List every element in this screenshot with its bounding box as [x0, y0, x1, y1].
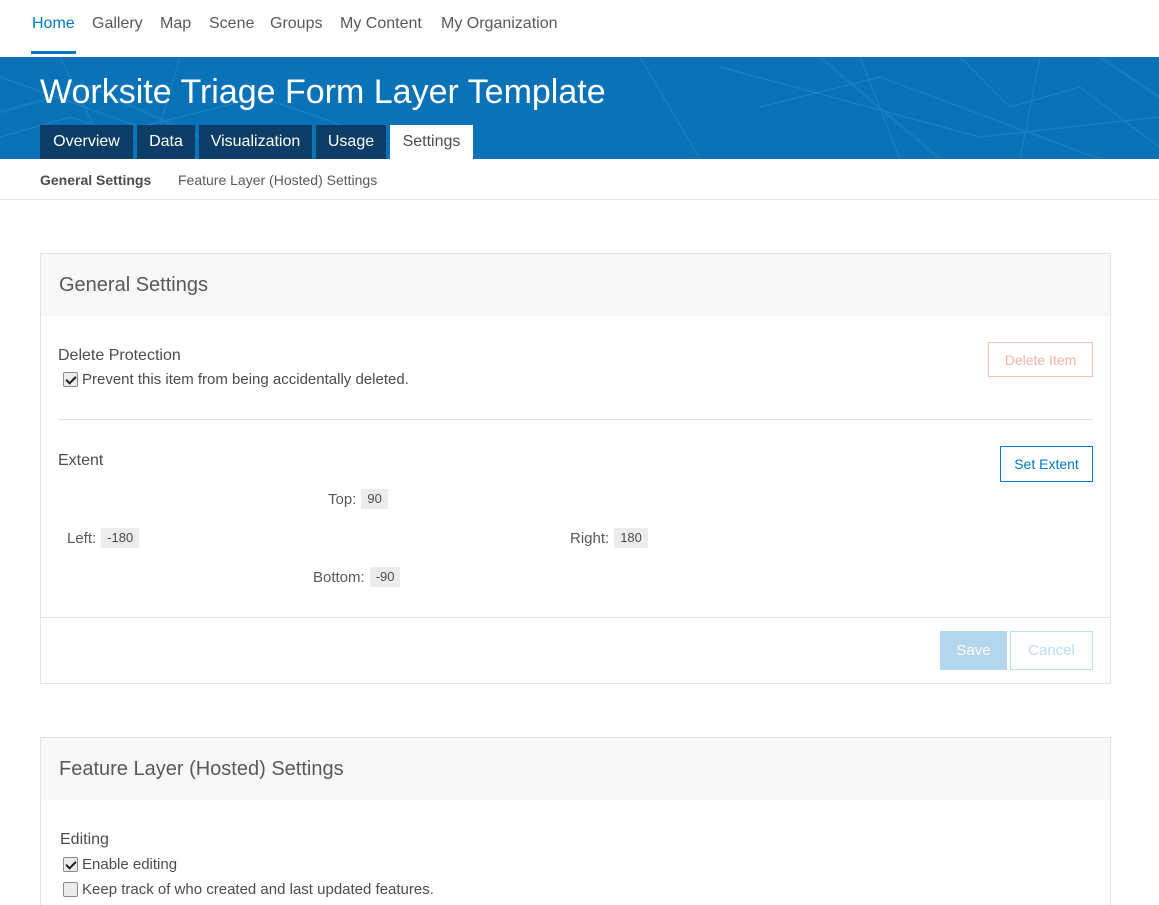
feature-layer-settings-panel: Feature Layer (Hosted) Settings Editing … [40, 737, 1111, 905]
set-extent-button[interactable]: Set Extent [1000, 446, 1093, 482]
extent-label: Extent [58, 452, 104, 469]
extent-right-value: 180 [614, 528, 648, 548]
extent-right: Right: 180 [570, 528, 648, 548]
footer-divider [41, 617, 1110, 618]
feature-layer-settings-title: Feature Layer (Hosted) Settings [59, 758, 344, 780]
item-title: Worksite Triage Form Layer Template [40, 73, 606, 111]
delete-protection-checkbox-label: Prevent this item from being accidentall… [82, 371, 409, 388]
subnav-feature-layer-settings[interactable]: Feature Layer (Hosted) Settings [178, 171, 377, 189]
cancel-button[interactable]: Cancel [1010, 631, 1093, 670]
extent-bottom: Bottom: -90 [313, 567, 401, 587]
extent-right-label: Right: [570, 529, 610, 547]
section-divider [58, 419, 1093, 420]
enable-editing-checkbox[interactable] [63, 857, 78, 872]
extent-left-value: -180 [101, 528, 140, 548]
feature-layer-settings-header: Feature Layer (Hosted) Settings [41, 738, 1110, 800]
item-banner: Worksite Triage Form Layer Template Over… [0, 57, 1159, 159]
track-editors-option[interactable]: Keep track of who created and last updat… [63, 881, 434, 898]
subnav-general-settings[interactable]: General Settings [40, 171, 151, 189]
nav-active-indicator [31, 51, 76, 54]
top-navigation: Home Gallery Map Scene Groups My Content… [0, 0, 1159, 57]
track-editors-label: Keep track of who created and last updat… [82, 881, 434, 898]
general-settings-header: General Settings [41, 254, 1110, 316]
nav-groups[interactable]: Groups [270, 14, 322, 34]
track-editors-checkbox[interactable] [63, 882, 78, 897]
enable-editing-label: Enable editing [82, 856, 178, 873]
extent-left: Left: -180 [67, 528, 140, 548]
tab-visualization[interactable]: Visualization [199, 125, 312, 159]
nav-my-organization[interactable]: My Organization [441, 14, 558, 34]
delete-item-button[interactable]: Delete Item [988, 342, 1093, 377]
extent-bottom-label: Bottom: [313, 568, 365, 586]
tab-settings[interactable]: Settings [390, 125, 473, 159]
general-settings-title: General Settings [59, 274, 208, 296]
nav-gallery[interactable]: Gallery [92, 14, 143, 34]
nav-map[interactable]: Map [160, 14, 191, 34]
delete-protection-label: Delete Protection [58, 347, 181, 364]
general-settings-panel: General Settings Delete Protection Preve… [40, 253, 1111, 684]
extent-top-value: 90 [361, 489, 388, 509]
editing-label: Editing [60, 831, 109, 848]
delete-protection-checkbox[interactable] [63, 372, 78, 387]
extent-bottom-value: -90 [369, 567, 401, 587]
tab-usage[interactable]: Usage [316, 125, 386, 159]
extent-top-label: Top: [328, 490, 357, 508]
extent-left-label: Left: [67, 529, 97, 547]
enable-editing-option[interactable]: Enable editing [63, 856, 177, 873]
extent-top: Top: 90 [328, 489, 388, 509]
nav-home[interactable]: Home [32, 14, 75, 34]
save-button[interactable]: Save [940, 631, 1007, 670]
settings-subnav: General Settings Feature Layer (Hosted) … [0, 159, 1159, 200]
tab-overview[interactable]: Overview [40, 125, 133, 159]
nav-scene[interactable]: Scene [209, 14, 254, 34]
nav-my-content[interactable]: My Content [340, 14, 422, 34]
tab-data[interactable]: Data [137, 125, 195, 159]
delete-protection-option[interactable]: Prevent this item from being accidentall… [63, 371, 409, 388]
